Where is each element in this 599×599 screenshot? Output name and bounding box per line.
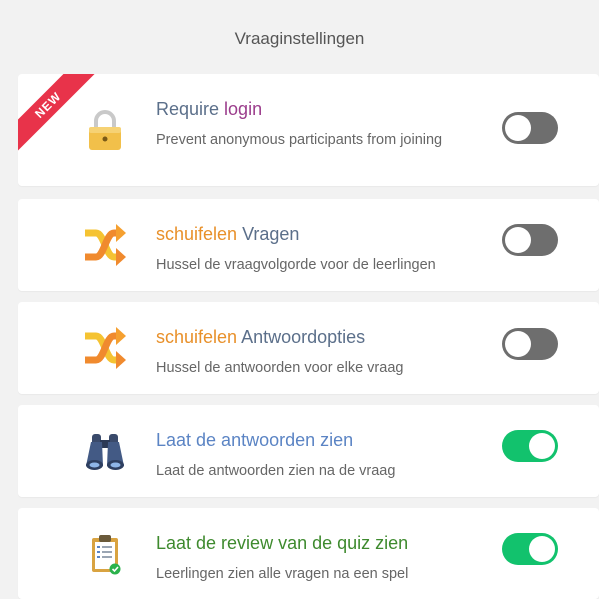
settings-panel: Vraaginstellingen NEW Require login Prev… xyxy=(0,0,599,599)
shuffle-icon xyxy=(82,325,128,371)
setting-card-shuffle-answers: schuifelen Antwoordopties Hussel de antw… xyxy=(18,302,599,394)
title-part: Antwoordopties xyxy=(241,327,366,347)
setting-description: Laat de antwoorden zien na de vraag xyxy=(156,463,396,479)
setting-card-show-answers: Laat de antwoorden zien Laat de antwoord… xyxy=(18,405,599,497)
toggle-knob xyxy=(505,115,531,141)
padlock-icon xyxy=(82,107,128,153)
setting-title: schuifelen Antwoordopties xyxy=(156,327,365,348)
setting-description: Hussel de vraagvolgorde voor de leerling… xyxy=(156,257,436,273)
title-part-login: login xyxy=(224,99,263,119)
setting-description: Leerlingen zien alle vragen na een spel xyxy=(156,566,409,582)
toggle-knob xyxy=(505,227,531,253)
setting-card-require-login: NEW Require login Prevent anonymous part… xyxy=(18,74,599,186)
title-part: Require xyxy=(156,99,225,119)
setting-title: Laat de review van de quiz zien xyxy=(156,533,409,553)
show-answers-toggle[interactable] xyxy=(502,430,558,462)
setting-description: Hussel de antwoorden voor elke vraag xyxy=(156,360,404,376)
setting-description: Prevent anonymous participants from join… xyxy=(156,132,443,148)
setting-card-quiz-review: Laat de review van de quiz zien Leerling… xyxy=(18,508,599,599)
toggle-knob xyxy=(505,331,531,357)
title-part: Vragen xyxy=(242,224,300,244)
panel-header: Vraaginstellingen xyxy=(0,14,599,64)
clipboard-icon xyxy=(82,532,128,578)
panel-title: Vraaginstellingen xyxy=(234,29,365,48)
binoculars-icon xyxy=(82,427,128,473)
quiz-review-toggle[interactable] xyxy=(502,533,558,565)
shuffle-questions-toggle[interactable] xyxy=(502,224,558,256)
require-login-toggle[interactable] xyxy=(502,112,558,144)
shuffle-icon xyxy=(82,222,128,268)
toggle-knob xyxy=(529,536,555,562)
shuffle-answers-toggle[interactable] xyxy=(502,328,558,360)
title-part-shuffle: schuifelen xyxy=(156,327,242,347)
title-part-shuffle: schuifelen xyxy=(156,224,243,244)
setting-title: Laat de antwoorden zien xyxy=(156,430,354,450)
setting-title: schuifelen Vragen xyxy=(156,224,299,245)
setting-card-shuffle-questions: schuifelen Vragen Hussel de vraagvolgord… xyxy=(18,199,599,291)
toggle-knob xyxy=(529,433,555,459)
setting-title: Require login xyxy=(156,99,262,120)
